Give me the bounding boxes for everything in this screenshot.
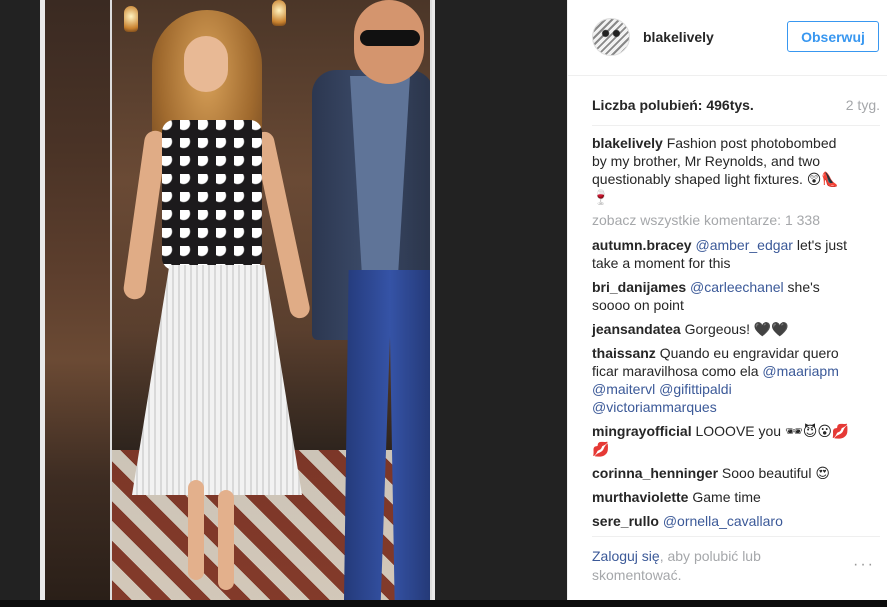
woman-legs xyxy=(182,480,252,590)
list-item: jeansandatea Gorgeous! 🖤🖤 xyxy=(592,320,854,338)
comment-username[interactable]: sere_rullo xyxy=(592,513,659,529)
footer-divider xyxy=(592,536,880,537)
comment-mention[interactable]: @ornella_cavallaro xyxy=(663,513,783,529)
list-item: sere_rullo @ornella_cavallaro xyxy=(592,512,854,530)
view-all-comments-link[interactable]: zobacz wszystkie komentarze: 1 338 xyxy=(592,212,854,228)
sunglasses xyxy=(360,30,420,46)
light-fixture-left xyxy=(124,6,138,32)
leg-right xyxy=(218,490,234,590)
likes-row: Liczba polubień: 496tys. 2 tyg. xyxy=(592,97,880,115)
post-details-panel: blakelively Obserwuj Liczba polubień: 49… xyxy=(567,0,887,607)
comment-username[interactable]: mingrayofficial xyxy=(592,423,692,439)
post-photo-panel xyxy=(0,0,567,607)
list-item: thaissanz Quando eu engravidar quero fic… xyxy=(592,344,854,416)
woman-dress-top xyxy=(162,120,262,270)
caption-username[interactable]: blakelively xyxy=(592,135,663,151)
light-fixture-right xyxy=(272,0,286,26)
comment-username[interactable]: jeansandatea xyxy=(592,321,681,337)
comment-text: Gorgeous! 🖤🖤 xyxy=(684,321,789,337)
comment-username[interactable]: thaissanz xyxy=(592,345,656,361)
more-options-icon[interactable]: ··· xyxy=(853,556,875,574)
woman-face xyxy=(184,36,228,92)
comment-text: Sooo beautiful 😍 xyxy=(721,465,830,481)
comment-username[interactable]: autumn.bracey xyxy=(592,237,692,253)
caption: blakelively Fashion post photobombed by … xyxy=(592,134,854,206)
post-timestamp[interactable]: 2 tyg. xyxy=(846,97,880,113)
avatar[interactable] xyxy=(592,18,630,56)
list-item: corinna_henninger Sooo beautiful 😍 xyxy=(592,464,854,482)
comment-text: Game time xyxy=(692,489,761,505)
post-header: blakelively Obserwuj xyxy=(568,0,887,76)
comment-username[interactable]: corinna_henninger xyxy=(592,465,718,481)
list-item: murthaviolette Game time xyxy=(592,488,854,506)
woman-arm-left xyxy=(122,129,168,301)
leg-left xyxy=(188,480,204,580)
post-username[interactable]: blakelively xyxy=(643,29,714,45)
divider xyxy=(592,125,880,126)
photo-frame-left xyxy=(40,0,45,600)
comments-list: blakelively Fashion post photobombed by … xyxy=(592,134,854,536)
comment-username[interactable]: bri_danijames xyxy=(592,279,686,295)
comment-mention[interactable]: @amber_edgar xyxy=(695,237,793,253)
post-photo[interactable] xyxy=(110,0,432,600)
comment-mention[interactable]: @carleechanel xyxy=(690,279,784,295)
woman-skirt xyxy=(132,265,302,495)
bottom-strip xyxy=(0,600,887,607)
list-item: autumn.bracey @amber_edgar let's just ta… xyxy=(592,236,854,272)
list-item: mingrayofficial LOOOVE you 🕶😈😮💋💋 xyxy=(592,422,854,458)
follow-button[interactable]: Obserwuj xyxy=(787,21,879,52)
login-link[interactable]: Zaloguj się xyxy=(592,548,660,564)
list-item: bri_danijames @carleechanel she's soooo … xyxy=(592,278,854,314)
likes-count[interactable]: Liczba polubień: 496tys. xyxy=(592,97,754,113)
comment-username[interactable]: murthaviolette xyxy=(592,489,688,505)
login-prompt: Zaloguj się, aby polubić lub skomentować… xyxy=(592,547,812,585)
